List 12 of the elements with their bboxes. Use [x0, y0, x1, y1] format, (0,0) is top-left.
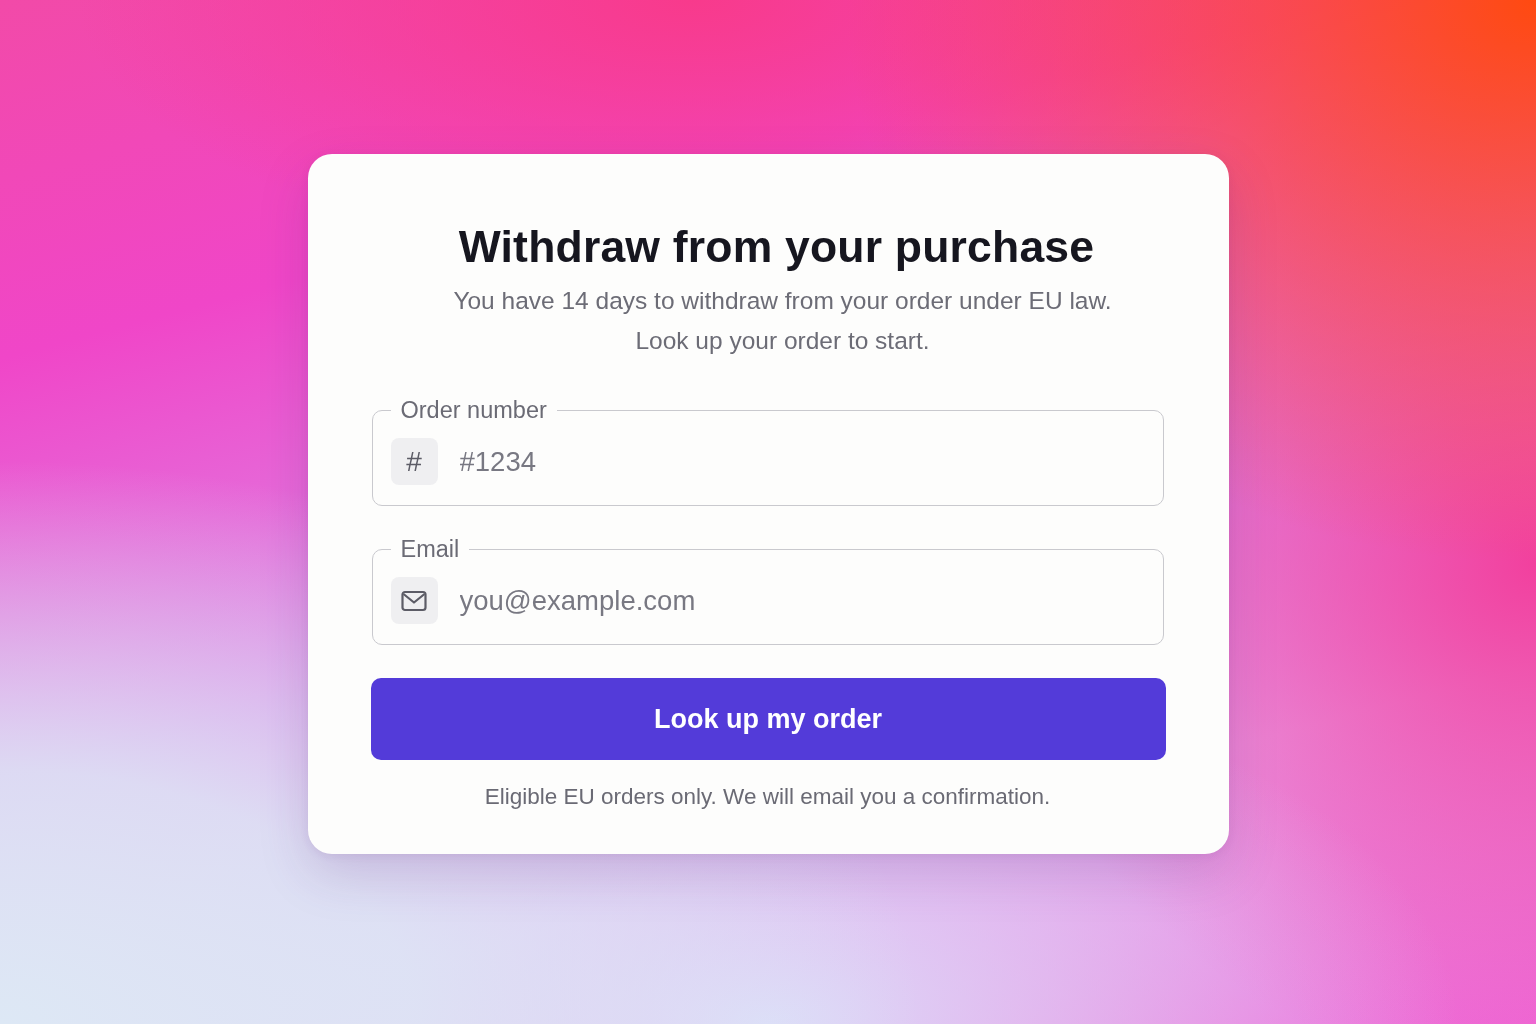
email-input[interactable]: you@example.com	[459, 583, 1145, 618]
email-field[interactable]: Email you@example.com	[371, 536, 1164, 645]
envelope-icon	[390, 577, 438, 624]
lookup-button[interactable]: Look up my order	[370, 678, 1166, 760]
hash-icon: #	[390, 438, 438, 485]
field-label: Email	[399, 536, 461, 562]
page-title: Withdraw from your purchase	[458, 221, 1095, 273]
field-label: Order number	[399, 397, 548, 423]
intro-text: You have 14 days to withdraw from your order under EU law. Look up your order to start.	[452, 286, 1113, 356]
order-number-field[interactable]: Order number # #1234	[371, 397, 1164, 506]
order-number-input[interactable]: #1234	[459, 444, 1145, 479]
footnote-text: Eligible EU orders only. We will email you a confirmation.	[484, 784, 1051, 810]
